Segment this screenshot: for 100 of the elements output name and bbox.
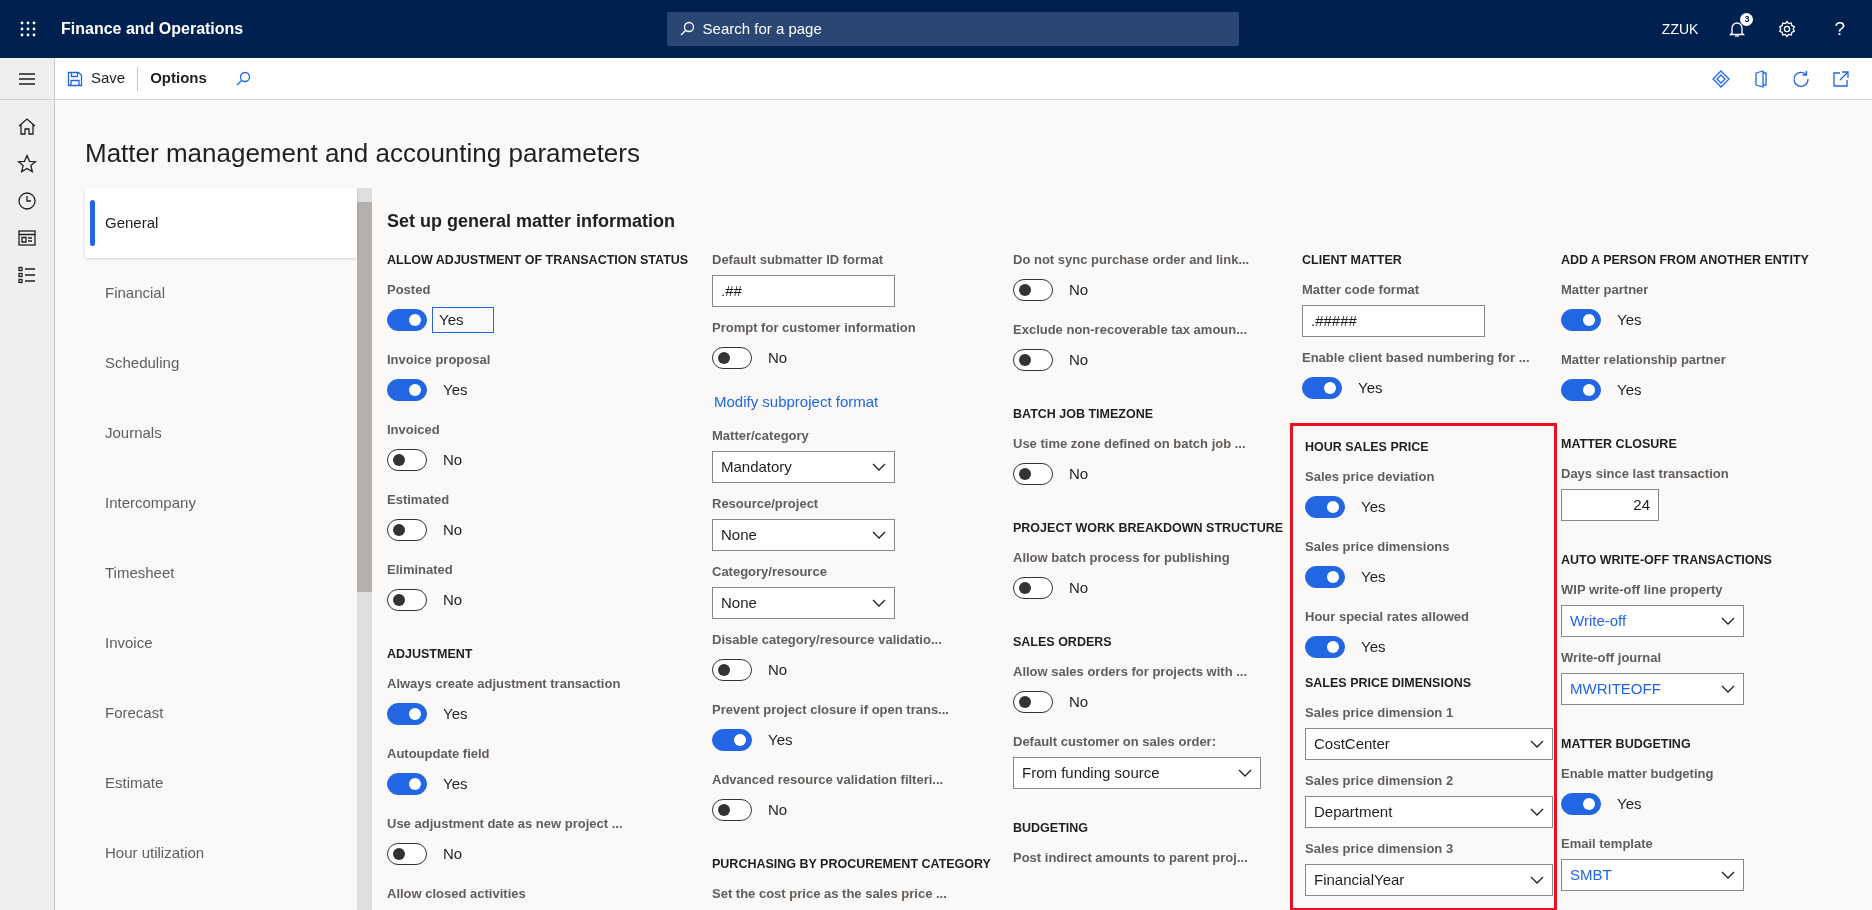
toggle-switch[interactable] [712, 346, 752, 369]
star-icon[interactable] [17, 154, 37, 174]
dropdown[interactable]: None [712, 518, 895, 551]
toggle-switch[interactable] [387, 308, 427, 331]
field-label: Resource/project [712, 494, 820, 513]
toggle-switch[interactable] [387, 448, 427, 471]
field-label: Enable matter budgeting [1561, 764, 1715, 783]
field-label: Hour special rates allowed [1305, 607, 1470, 626]
toggle-switch[interactable] [387, 772, 427, 795]
toggle-switch[interactable] [387, 702, 427, 725]
link[interactable]: Modify subproject format [714, 386, 879, 417]
field-label: Autoupdate field [387, 744, 491, 763]
toggle-switch[interactable] [1013, 690, 1053, 713]
field-label: Exclude non-recoverable tax amoun... [1013, 320, 1249, 339]
input-field[interactable]: 24 [1561, 488, 1659, 521]
dropdown[interactable]: Mandatory [712, 450, 895, 483]
section-heading: BATCH JOB TIMEZONE [1013, 405, 1155, 423]
search-icon [678, 21, 695, 37]
field-label: Sales price dimension 1 [1305, 703, 1455, 722]
refresh-icon[interactable] [1792, 69, 1810, 88]
section-heading: PURCHASING BY PROCUREMENT CATEGORY [712, 855, 992, 873]
section-heading: ADJUSTMENT [387, 645, 474, 663]
tab[interactable]: Invoice [85, 607, 357, 678]
section-heading: CLIENT MATTER [1302, 251, 1403, 269]
toggle-value: No [442, 589, 464, 610]
field-label: WIP write-off line property [1561, 580, 1724, 599]
field-label: Write-off journal [1561, 648, 1663, 667]
chevron-down-icon [1721, 870, 1735, 879]
toggle-switch[interactable] [1013, 278, 1053, 301]
tab[interactable]: Intercompany [85, 467, 357, 538]
dropdown[interactable]: Department [1305, 795, 1553, 828]
dropdown[interactable]: Write-off [1561, 604, 1744, 637]
page-title: Matter management and accounting parameters [85, 138, 641, 170]
dropdown[interactable]: From funding source [1013, 756, 1261, 789]
clock-icon[interactable] [17, 191, 37, 211]
field-label: Invoice proposal [387, 350, 492, 369]
toggle-switch[interactable] [387, 518, 427, 541]
tab[interactable]: Timesheet [85, 537, 357, 608]
field-label: Email template [1561, 834, 1654, 853]
toggle-switch[interactable] [1013, 462, 1053, 485]
toggle-switch[interactable] [1305, 495, 1345, 518]
scrollbar[interactable] [357, 187, 372, 910]
toggle-switch[interactable] [712, 728, 752, 751]
bell-icon[interactable] [1728, 20, 1747, 38]
tab[interactable]: Financial [85, 257, 357, 328]
workspace-icon[interactable] [17, 228, 37, 248]
field-label: Estimated [387, 490, 451, 509]
toggle-switch[interactable] [387, 378, 427, 401]
toggle-switch[interactable] [1305, 635, 1345, 658]
toggle-switch[interactable] [387, 588, 427, 611]
dropdown[interactable]: None [712, 586, 895, 619]
save-button[interactable]: Save [59, 63, 134, 94]
options-button[interactable]: Options [142, 63, 215, 94]
tab[interactable]: Estimate [85, 747, 357, 818]
chevron-down-icon [1530, 739, 1544, 748]
office-icon[interactable] [1752, 69, 1770, 88]
toggle-switch[interactable] [1561, 378, 1601, 401]
list-icon[interactable] [17, 265, 37, 285]
tab[interactable]: Scheduling [85, 327, 357, 398]
toggle-value: No [1068, 279, 1090, 300]
dropdown[interactable]: SMBT [1561, 858, 1744, 891]
diamond-icon[interactable] [1712, 69, 1730, 88]
input-field[interactable]: .## [712, 274, 895, 307]
search-icon[interactable] [234, 70, 251, 87]
toggle-switch[interactable] [387, 842, 427, 865]
menu-icon[interactable] [18, 71, 36, 86]
home-icon[interactable] [17, 117, 37, 137]
app-launcher-icon[interactable] [19, 20, 37, 38]
tab[interactable]: General [85, 187, 357, 258]
section-heading: MATTER BUDGETING [1561, 735, 1692, 753]
toggle-value: Yes [1616, 379, 1643, 400]
toggle-switch[interactable] [712, 658, 752, 681]
help-icon[interactable]: ? [1834, 14, 1845, 44]
toggle-switch[interactable] [1013, 348, 1053, 371]
toggle-value: No [442, 519, 464, 540]
chevron-down-icon [872, 598, 886, 607]
field-label: Sales price dimension 3 [1305, 839, 1455, 858]
tab[interactable]: Forecast [85, 677, 357, 748]
settings-icon[interactable] [1778, 20, 1797, 38]
toggle-value: Yes [442, 703, 469, 724]
tab[interactable]: Journals [85, 397, 357, 468]
search-field[interactable]: Search for a page [666, 12, 1239, 46]
toggle-switch[interactable] [1302, 376, 1342, 399]
tab[interactable]: Hour utilization [85, 817, 357, 888]
dropdown[interactable]: MWRITEOFF [1561, 672, 1744, 705]
dropdown[interactable]: FinancialYear [1305, 863, 1553, 896]
toggle-switch[interactable] [1013, 576, 1053, 599]
toggle-switch[interactable] [1561, 792, 1601, 815]
input-field[interactable]: .##### [1302, 304, 1485, 337]
toggle-switch[interactable] [712, 798, 752, 821]
field-label: Use adjustment date as new project ... [387, 814, 624, 833]
toggle-switch[interactable] [1561, 308, 1601, 331]
chevron-down-icon [1721, 616, 1735, 625]
dropdown[interactable]: CostCenter [1305, 727, 1553, 760]
toggle-value: No [1068, 691, 1090, 712]
company-label[interactable]: ZZUK [1661, 18, 1699, 40]
section-title: Set up general matter information [387, 209, 677, 233]
popout-icon[interactable] [1832, 69, 1850, 88]
field-label: Default submatter ID format [712, 250, 885, 269]
toggle-switch[interactable] [1305, 565, 1345, 588]
